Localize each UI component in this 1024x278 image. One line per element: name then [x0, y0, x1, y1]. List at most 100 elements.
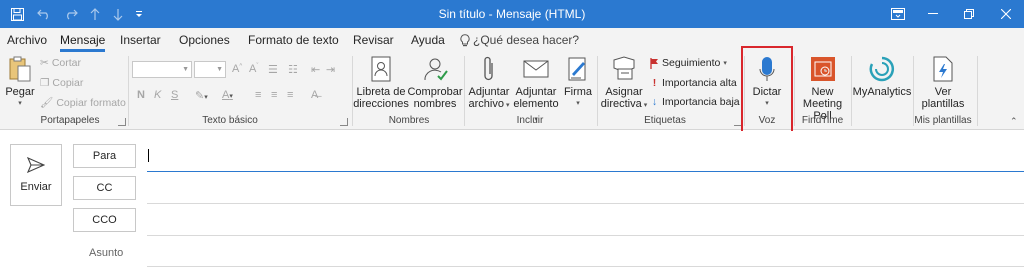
close-icon[interactable] — [988, 0, 1024, 28]
check-names-icon — [421, 54, 449, 84]
clear-formatting-icon[interactable]: A̶ — [311, 89, 318, 101]
redo-icon[interactable] — [60, 0, 82, 28]
check-names-button[interactable]: Comprobar nombres — [407, 54, 463, 110]
bullets-icon[interactable]: ☰ — [268, 63, 278, 76]
copy-label: Copiar — [52, 77, 84, 89]
tab-opciones[interactable]: Opciones — [179, 33, 230, 47]
signature-button[interactable]: Firma ▾ — [562, 54, 594, 110]
customize-icon[interactable] — [128, 0, 150, 28]
group-label-mis-plantillas: Mis plantillas — [914, 115, 972, 126]
decrease-indent-icon[interactable]: ⇤ — [311, 63, 320, 76]
new-meeting-poll-button[interactable]: New Meeting Poll — [795, 54, 850, 122]
minimize-icon[interactable] — [915, 0, 951, 28]
policy-icon — [612, 54, 636, 84]
brush-icon: 🖌 — [40, 97, 54, 109]
group-separator — [128, 56, 129, 126]
up-icon[interactable] — [84, 0, 106, 28]
chevron-down-icon: ▾ — [576, 100, 580, 107]
assign-policy-label-1: Asignar — [605, 86, 643, 98]
group-label-nombres: Nombres — [388, 115, 430, 126]
flag-icon — [650, 57, 658, 69]
attach-file-label-2: archivo ▾ — [468, 98, 510, 110]
group-label-portapapeles: Portapapeles — [40, 115, 100, 126]
bcc-field[interactable] — [147, 235, 1024, 236]
tell-me-box[interactable]: ¿Qué desea hacer? — [460, 33, 579, 47]
myanalytics-label: MyAnalytics — [852, 86, 912, 98]
cut-button[interactable]: ✂ Cortar — [40, 57, 81, 69]
down-icon[interactable] — [107, 0, 129, 28]
tab-revisar[interactable]: Revisar — [353, 33, 394, 47]
format-painter-button[interactable]: 🖌 Copiar formato — [40, 96, 126, 110]
address-book-label-2: direcciones — [353, 98, 409, 110]
align-left-icon[interactable]: ≡ — [255, 89, 261, 101]
bold-button[interactable]: N — [137, 89, 145, 101]
font-size-combo[interactable]: ▼ — [194, 61, 226, 78]
text-cursor — [148, 149, 149, 162]
highlight-icon[interactable]: ✎▾ — [195, 89, 208, 102]
collapse-ribbon-icon[interactable]: ⌃ — [1010, 116, 1018, 127]
to-field[interactable] — [147, 171, 1024, 172]
compose-area: Enviar Para CC CCO Asunto — [0, 131, 1024, 278]
texto-basico-launcher-icon[interactable] — [340, 118, 348, 126]
meeting-poll-icon — [810, 54, 835, 84]
restore-icon[interactable] — [951, 0, 987, 28]
tab-mensaje[interactable]: Mensaje — [60, 33, 106, 52]
group-separator — [977, 56, 978, 126]
subject-field[interactable] — [147, 266, 1024, 267]
assign-policy-button[interactable]: Asignar directiva ▾ — [600, 54, 648, 112]
view-templates-label-2: plantillas — [921, 98, 965, 110]
paste-button[interactable]: Pegar ▾ — [5, 54, 35, 110]
tab-formato-de-texto[interactable]: Formato de texto — [248, 33, 339, 47]
cc-button[interactable]: CC — [73, 176, 136, 200]
myanalytics-button[interactable]: MyAnalytics — [853, 54, 911, 98]
cc-field[interactable] — [147, 203, 1024, 204]
subject-label: Asunto — [89, 247, 124, 259]
scissors-icon: ✂ — [40, 57, 49, 69]
lightbulb-icon — [460, 33, 470, 46]
check-names-label-1: Comprobar — [407, 86, 463, 98]
attach-file-button[interactable]: Adjuntar archivo ▾ — [466, 54, 512, 112]
ribbon-tabs: Archivo Mensaje Insertar Opciones Format… — [0, 28, 1024, 52]
group-label-texto-basico: Texto básico — [202, 115, 258, 126]
save-icon[interactable] — [6, 0, 28, 28]
portapapeles-launcher-icon[interactable] — [118, 118, 126, 126]
exclamation-icon: ! — [652, 77, 657, 89]
tab-insertar[interactable]: Insertar — [120, 33, 161, 47]
send-icon — [27, 157, 45, 173]
chevron-down-icon: ▾ — [723, 60, 727, 67]
follow-up-button[interactable]: Seguimiento ▾ — [650, 57, 727, 69]
align-right-icon[interactable]: ≡ — [287, 89, 293, 101]
copy-icon: ❐ — [40, 77, 50, 89]
chevron-down-icon: ▾ — [18, 100, 22, 107]
clipboard-icon — [9, 54, 31, 84]
signature-icon — [567, 54, 589, 84]
ribbon-display-icon[interactable] — [880, 0, 916, 28]
italic-button[interactable]: K — [154, 89, 161, 101]
assign-policy-label-2: directiva ▾ — [600, 98, 648, 110]
high-importance-button[interactable]: ! Importancia alta — [650, 77, 737, 89]
tab-ayuda[interactable]: Ayuda — [411, 33, 445, 47]
font-name-combo[interactable]: ▼ — [132, 61, 192, 78]
envelope-icon — [523, 54, 549, 84]
tab-archivo[interactable]: Archivo — [7, 33, 47, 47]
paperclip-icon — [482, 54, 496, 84]
dictate-highlight-box — [741, 46, 793, 140]
bcc-button[interactable]: CCO — [73, 208, 136, 232]
shrink-font-icon[interactable]: Aˇ — [249, 63, 258, 75]
font-color-icon[interactable]: A▾ — [222, 89, 233, 101]
align-center-icon[interactable]: ≡ — [271, 89, 277, 101]
to-button[interactable]: Para — [73, 144, 136, 168]
view-templates-button[interactable]: Ver plantillas — [916, 54, 970, 110]
numbering-icon[interactable]: ☷ — [288, 63, 298, 76]
grow-font-icon[interactable]: A^ — [232, 63, 242, 75]
undo-icon[interactable] — [33, 0, 55, 28]
send-label: Enviar — [20, 181, 52, 193]
low-importance-button[interactable]: ↓ Importancia baja — [650, 96, 740, 108]
high-importance-label: Importancia alta — [662, 77, 737, 89]
send-button[interactable]: Enviar — [10, 144, 62, 206]
address-book-icon — [371, 54, 391, 84]
underline-button[interactable]: S — [171, 89, 178, 101]
copy-button[interactable]: ❐ Copiar — [40, 77, 83, 89]
increase-indent-icon[interactable]: ⇥ — [326, 63, 335, 76]
address-book-button[interactable]: Libreta de direcciones — [353, 54, 409, 110]
